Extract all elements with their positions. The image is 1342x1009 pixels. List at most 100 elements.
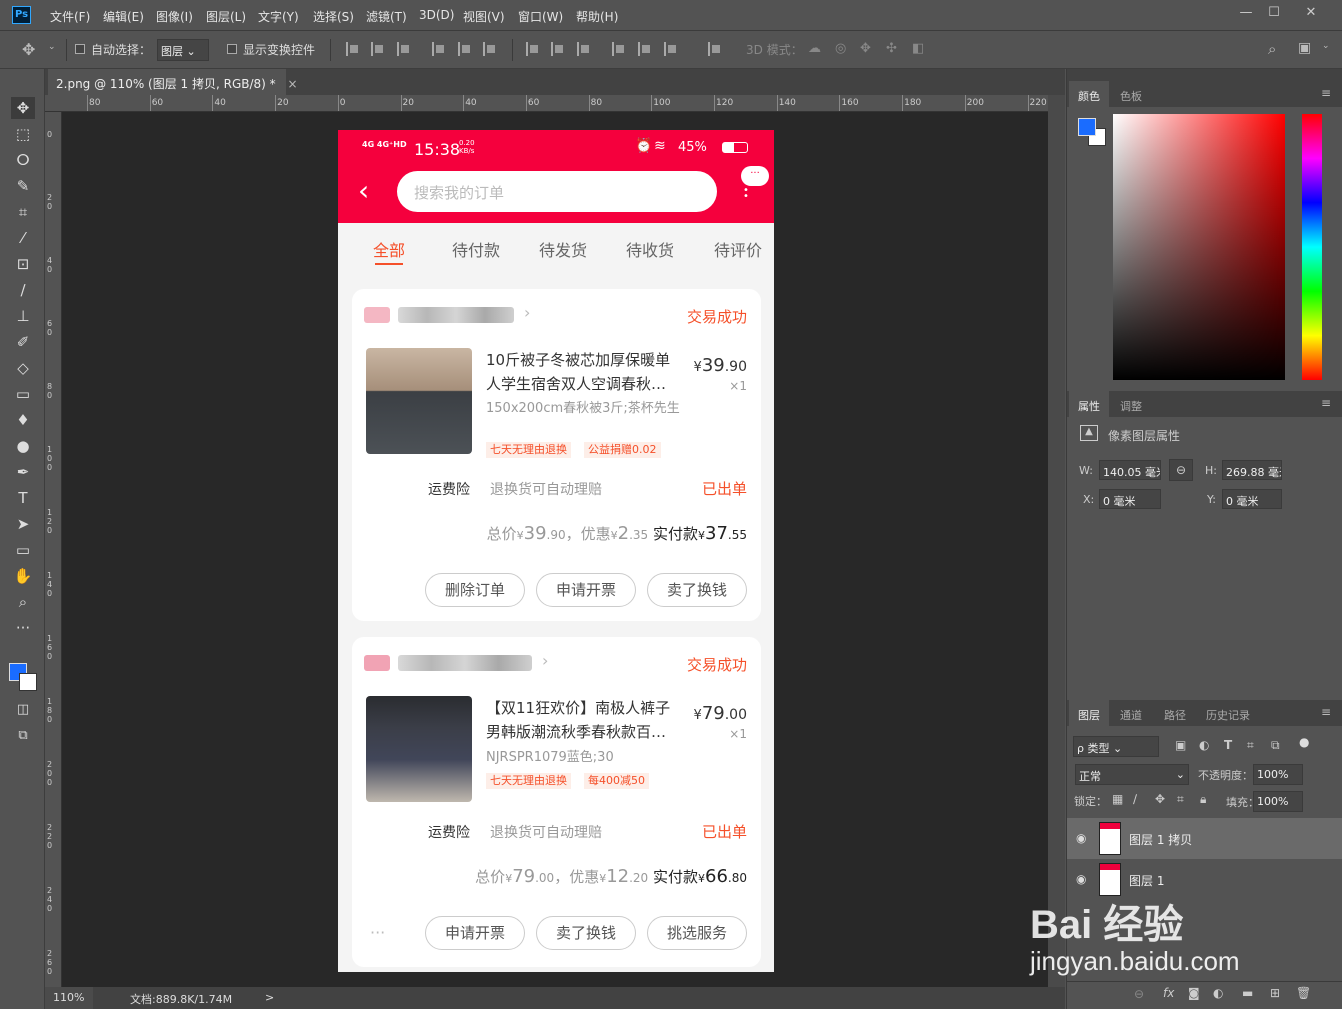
x-input[interactable]: 0 毫米 (1099, 489, 1161, 509)
height-input[interactable]: 269.88 毫米 (1222, 460, 1282, 480)
tab-adjustments[interactable]: 调整 (1111, 391, 1151, 417)
product-image[interactable] (366, 348, 472, 454)
healing-tool-icon[interactable]: ⊡ (11, 253, 35, 275)
tab-channels[interactable]: 通道 (1111, 700, 1151, 726)
y-input[interactable]: 0 毫米 (1222, 489, 1282, 509)
filter-shape-icon[interactable]: ⌗ (1247, 738, 1254, 753)
back-arrow-icon[interactable]: ‹ (358, 174, 369, 207)
product-title-line2[interactable]: 男韩版潮流秋季春秋款百… (486, 720, 684, 744)
camera-3d-icon[interactable]: ◧ (912, 41, 924, 56)
lock-artboard-icon[interactable]: ⌗ (1177, 792, 1184, 807)
product-title-line1[interactable]: 【双11狂欢价】南极人裤子 (486, 696, 684, 720)
menu-image[interactable]: 图像(I) (156, 8, 193, 25)
align-left-icon[interactable] (432, 42, 446, 56)
tab-pending-shipment[interactable]: 待发货 (539, 237, 587, 261)
menu-layer[interactable]: 图层(L) (206, 8, 246, 25)
distribute-hcenter-icon[interactable] (638, 42, 652, 56)
blur-tool-icon[interactable]: ♦ (11, 409, 35, 431)
color-field[interactable] (1113, 114, 1285, 380)
auto-select-dropdown[interactable]: 图层 ⌄ (157, 39, 209, 61)
menu-type[interactable]: 文字(Y) (258, 8, 299, 25)
align-vcenter-icon[interactable] (371, 42, 385, 56)
tab-history[interactable]: 历史记录 (1197, 700, 1259, 726)
menu-view[interactable]: 视图(V) (463, 8, 505, 25)
lock-pixels-icon[interactable]: ∕ (1133, 792, 1137, 806)
align-bottom-icon[interactable] (397, 42, 411, 56)
request-invoice-button[interactable]: 申请开票 (425, 916, 525, 950)
layer-filter-dropdown[interactable]: ρ 类型 ⌄ (1073, 736, 1159, 757)
crop-tool-icon[interactable]: ⌗ (11, 201, 35, 223)
slide-3d-icon[interactable]: ✣ (886, 41, 897, 56)
lock-position-icon[interactable]: ✥ (1155, 792, 1165, 806)
gradient-tool-icon[interactable]: ▭ (11, 383, 35, 405)
orbit-3d-icon[interactable]: ☁ (808, 41, 821, 56)
tab-color[interactable]: 颜色 (1069, 81, 1109, 107)
close-icon[interactable]: × (288, 77, 298, 91)
roll-3d-icon[interactable]: ◎ (835, 41, 846, 56)
opacity-input[interactable]: 100% (1253, 764, 1303, 785)
layer-name[interactable]: 图层 1 (1129, 872, 1164, 889)
filter-smart-object-icon[interactable]: ⧉ (1271, 738, 1280, 753)
layer-row-selected[interactable]: ◉ 图层 1 拷贝 (1067, 818, 1342, 859)
move-tool-icon[interactable]: ✥ (22, 40, 35, 59)
align-hcenter-icon[interactable] (458, 42, 472, 56)
align-top-icon[interactable] (346, 42, 360, 56)
message-bubble-icon[interactable]: ··· (741, 166, 769, 186)
new-layer-icon[interactable]: ⊞ (1270, 986, 1280, 1000)
order-search-input[interactable]: 搜索我的订单 (397, 171, 717, 212)
zoom-level[interactable]: 110% (45, 987, 93, 1009)
adjustment-layer-icon[interactable]: ◐ (1213, 986, 1223, 1000)
brush-tool-icon[interactable]: ∕ (11, 279, 35, 301)
zoom-tool-icon[interactable]: ⌕ (11, 591, 35, 613)
distribute-right-icon[interactable] (664, 42, 678, 56)
stamp-tool-icon[interactable]: ⊥ (11, 305, 35, 327)
menu-help[interactable]: 帮助(H) (576, 8, 618, 25)
resell-button[interactable]: 卖了换钱 (647, 573, 747, 607)
add-mask-icon[interactable]: ◙ (1188, 986, 1200, 1000)
panel-menu-icon[interactable]: ≡ (1321, 86, 1331, 100)
path-select-tool-icon[interactable]: ➤ (11, 513, 35, 535)
marquee-tool-icon[interactable]: ⬚ (11, 123, 35, 145)
fx-icon[interactable]: fx (1163, 986, 1174, 1000)
pan-3d-icon[interactable]: ✥ (860, 41, 871, 56)
type-tool-icon[interactable]: T (11, 487, 35, 509)
menu-file[interactable]: 文件(F) (50, 8, 90, 25)
vertical-scrollbar[interactable] (1048, 95, 1065, 987)
hand-tool-icon[interactable]: ✋ (11, 565, 35, 587)
chevron-right-icon[interactable]: › (542, 651, 548, 670)
filter-adjustment-icon[interactable]: ◐ (1199, 738, 1209, 752)
quick-mask-icon[interactable]: ◫ (11, 699, 35, 721)
tab-layers[interactable]: 图层 (1069, 700, 1109, 726)
minimize-button[interactable]: — (1237, 4, 1255, 22)
resell-button[interactable]: 卖了换钱 (536, 916, 636, 950)
chevron-right-icon[interactable]: › (524, 303, 530, 322)
select-service-button[interactable]: 挑选服务 (647, 916, 747, 950)
workspace-icon[interactable]: ▣ (1298, 40, 1311, 56)
tab-swatches[interactable]: 色板 (1111, 81, 1151, 107)
panel-menu-icon[interactable]: ≡ (1321, 396, 1331, 410)
tab-properties[interactable]: 属性 (1069, 391, 1109, 417)
lasso-tool-icon[interactable]: ⵔ (11, 149, 35, 171)
tab-all[interactable]: 全部 (373, 237, 405, 261)
document-tab[interactable]: 2.png @ 110% (图层 1 拷贝, RGB/8) * × (48, 69, 298, 95)
more-tools-icon[interactable]: ··· (11, 617, 35, 639)
layer-row[interactable]: ◉ 图层 1 (1067, 859, 1342, 900)
dodge-tool-icon[interactable]: ● (11, 435, 35, 457)
more-dots-icon[interactable]: • • (743, 186, 749, 202)
delete-order-button[interactable]: 删除订单 (425, 573, 525, 607)
history-brush-tool-icon[interactable]: ✐ (11, 331, 35, 353)
filter-toggle-icon[interactable]: ● (1299, 735, 1309, 749)
lock-all-icon[interactable]: 🔒︎ (1200, 792, 1206, 807)
filter-type-icon[interactable]: T (1224, 738, 1232, 752)
visibility-eye-icon[interactable]: ◉ (1076, 831, 1086, 845)
hue-slider[interactable] (1302, 114, 1322, 380)
background-color-swatch[interactable] (19, 673, 37, 691)
visibility-eye-icon[interactable]: ◉ (1076, 872, 1086, 886)
distribute-top-icon[interactable] (526, 42, 540, 56)
status-menu-arrow[interactable]: > (265, 991, 274, 1004)
product-title-line2[interactable]: 人学生宿舍双人空调春秋… (486, 372, 684, 396)
chevron-down-icon[interactable]: ⌄ (48, 42, 56, 52)
menu-filter[interactable]: 滤镜(T) (366, 8, 407, 25)
menu-3d[interactable]: 3D(D) (419, 8, 454, 22)
rectangle-tool-icon[interactable]: ▭ (11, 539, 35, 561)
